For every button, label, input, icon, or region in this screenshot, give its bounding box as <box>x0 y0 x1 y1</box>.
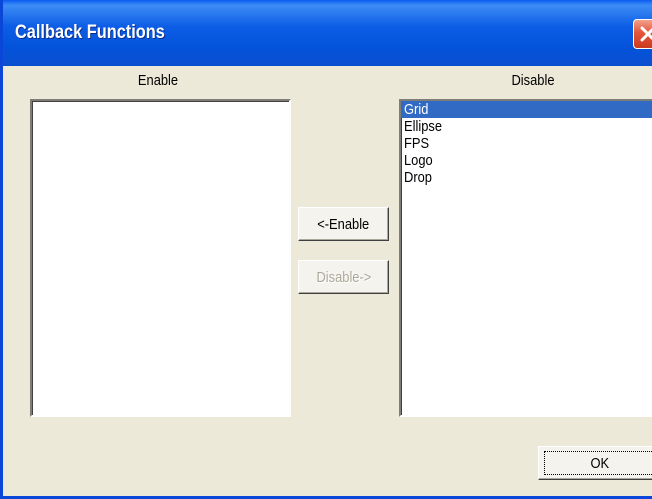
enable-list-label: Enable <box>137 72 179 89</box>
disable-button-label: Disable-> <box>316 268 371 286</box>
disable-button[interactable]: Disable-> <box>298 260 389 294</box>
disable-list-item-label: FPS <box>404 135 430 152</box>
disable-listbox[interactable]: Grid Ellipse FPS Logo Drop <box>399 99 652 417</box>
enable-listbox[interactable] <box>30 99 291 417</box>
disable-list-item[interactable]: Grid <box>401 101 652 118</box>
disable-list-item[interactable]: Logo <box>401 152 652 169</box>
close-x-icon <box>640 26 652 42</box>
title-bar[interactable]: Callback Functions <box>3 0 652 66</box>
callback-functions-dialog: Callback Functions Enable Disable Grid El… <box>0 0 652 499</box>
disable-list-item-label: Grid <box>404 101 429 118</box>
ok-button-label: OK <box>590 454 610 472</box>
disable-list-label: Disable <box>511 72 555 89</box>
disable-list-item[interactable]: Drop <box>401 169 652 186</box>
close-button[interactable] <box>633 19 652 49</box>
disable-list-item-label: Ellipse <box>404 118 443 135</box>
enable-button-label: <-Enable <box>317 215 370 233</box>
disable-list-item-label: Logo <box>404 152 433 169</box>
disable-list-item[interactable]: FPS <box>401 135 652 152</box>
disable-list-item-label: Drop <box>404 169 432 186</box>
disable-list-item[interactable]: Ellipse <box>401 118 652 135</box>
enable-button[interactable]: <-Enable <box>298 207 389 241</box>
ok-button[interactable]: OK <box>538 446 652 480</box>
dialog-title: Callback Functions <box>15 22 165 43</box>
